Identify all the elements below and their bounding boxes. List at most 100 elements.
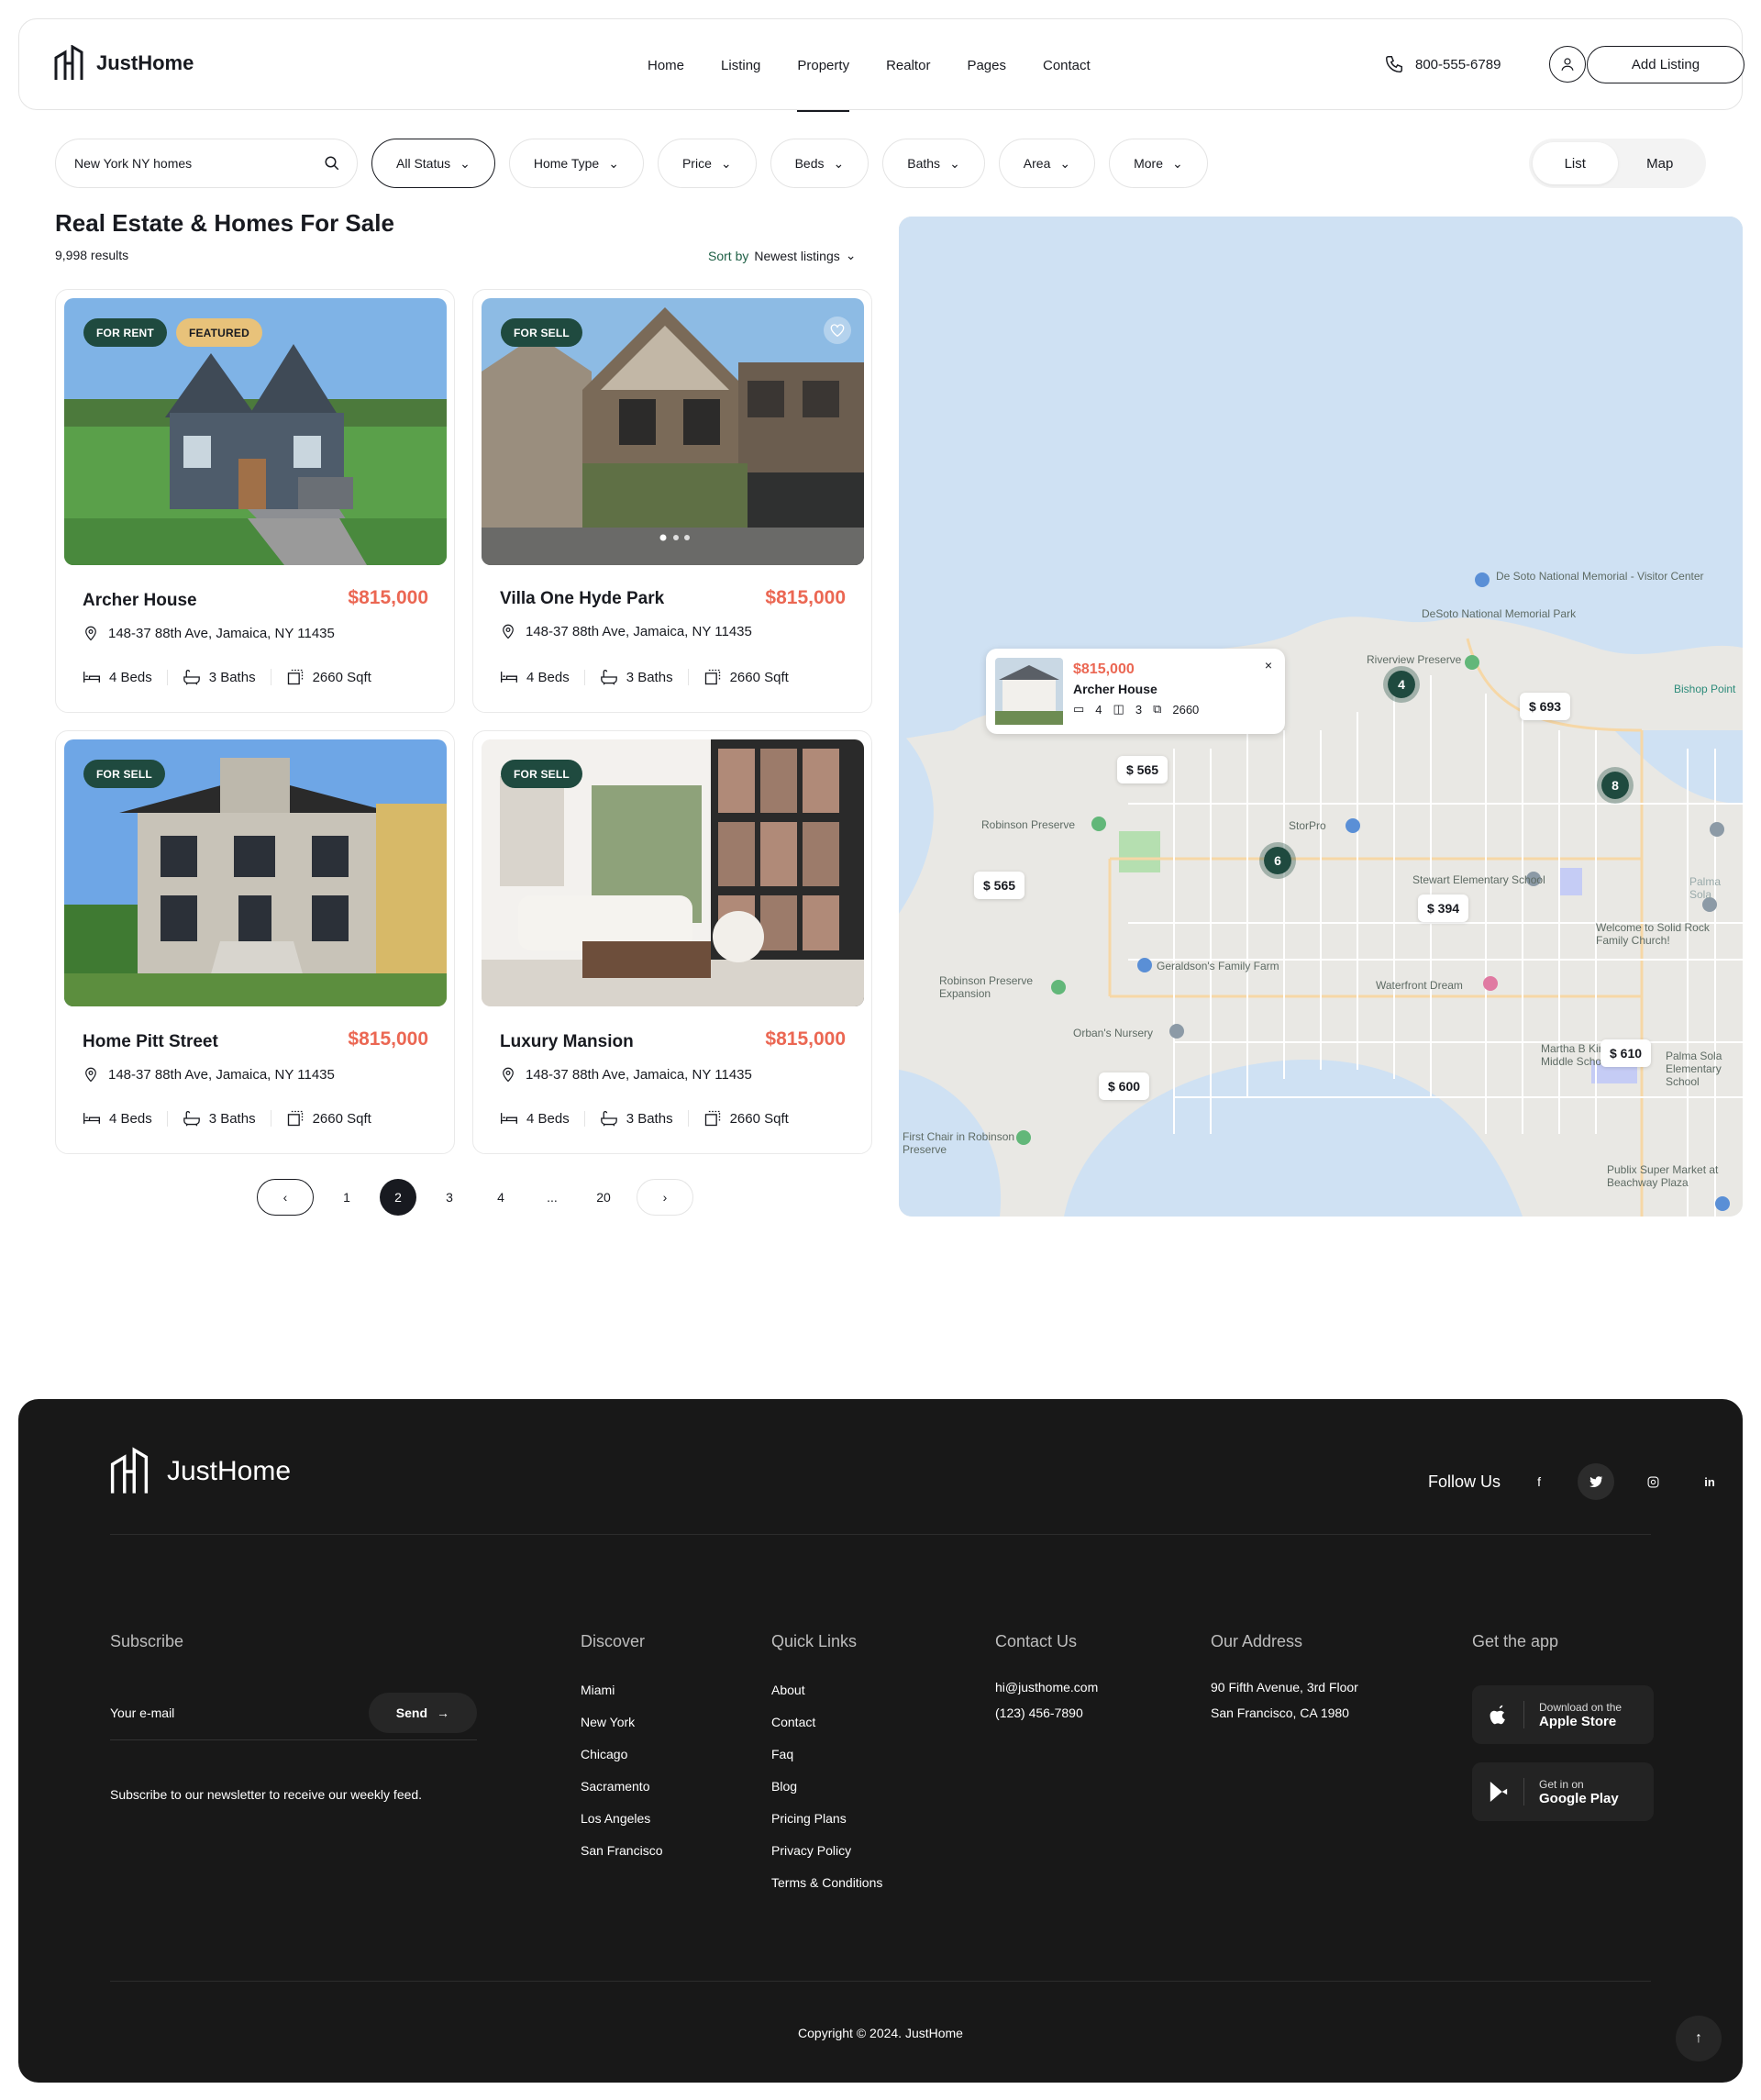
quick-link[interactable]: Pricing Plans — [771, 1803, 882, 1835]
google-play-button[interactable]: Get in on Google Play — [1472, 1762, 1654, 1821]
map-price-pin[interactable]: $ 565 — [1117, 756, 1168, 783]
prev-page-button[interactable]: ‹ — [257, 1179, 314, 1216]
favorite-heart-icon[interactable] — [824, 317, 851, 344]
map-listing-popup[interactable]: $815,000 Archer House ▭ 4 ◫ 3 ⧉ 2660 × — [986, 649, 1285, 734]
discover-link[interactable]: New York — [581, 1706, 662, 1739]
twitter-icon[interactable] — [1578, 1463, 1615, 1500]
user-account-button[interactable] — [1549, 46, 1586, 83]
sqft-text: 2660 Sqft — [312, 669, 371, 685]
view-list-button[interactable]: List — [1533, 142, 1618, 184]
nav-listing[interactable]: Listing — [721, 19, 760, 111]
discover-link[interactable]: Chicago — [581, 1739, 662, 1771]
quick-link[interactable]: Faq — [771, 1739, 882, 1771]
quick-link[interactable]: Terms & Conditions — [771, 1867, 882, 1899]
property-image[interactable]: FOR SELL — [64, 739, 447, 1006]
divider — [1523, 1701, 1524, 1728]
map-cluster[interactable]: 4 — [1383, 666, 1420, 703]
subscribe-note: Subscribe to our newsletter to receive o… — [110, 1787, 423, 1802]
search-input[interactable]: New York NY homes — [55, 139, 358, 188]
map-price-pin[interactable]: $ 693 — [1520, 693, 1571, 720]
page-4[interactable]: 4 — [482, 1179, 519, 1216]
map-view[interactable]: De Soto National Memorial - Visitor Cent… — [899, 217, 1743, 1217]
site-footer: JustHome Follow Us f in Subscribe Your e… — [18, 1399, 1743, 2083]
property-name[interactable]: Home Pitt Street — [83, 1032, 218, 1052]
bed-icon: ▭ — [1073, 702, 1085, 716]
filter-beds[interactable]: Beds ⌄ — [770, 139, 869, 188]
sort-dropdown[interactable]: Sort by Newest listings ⌄ — [708, 248, 856, 263]
page-1[interactable]: 1 — [328, 1179, 365, 1216]
scroll-to-top-button[interactable]: ↑ — [1676, 2016, 1722, 2061]
search-icon[interactable] — [324, 155, 340, 172]
instagram-icon[interactable] — [1634, 1463, 1671, 1500]
property-features: 4 Beds 3 Baths 2660 Sqft — [83, 1109, 401, 1128]
discover-title: Discover — [581, 1632, 646, 1650]
send-button[interactable]: Send → — [368, 1692, 477, 1733]
page-20[interactable]: 20 — [585, 1179, 622, 1216]
property-card[interactable]: FOR SELL Villa One Hyde Park $815,000 14… — [472, 289, 872, 713]
map-price-pin[interactable]: $ 565 — [974, 872, 1025, 899]
property-image[interactable]: FOR SELL — [482, 298, 864, 565]
beds-info: 4 Beds — [500, 669, 585, 685]
add-listing-button[interactable]: Add Listing — [1587, 46, 1744, 83]
view-map-button[interactable]: Map — [1618, 142, 1703, 184]
nav-realtor[interactable]: Realtor — [886, 19, 930, 111]
property-card[interactable]: FOR RENT FEATURED Archer House $815,000 … — [55, 289, 455, 713]
property-price: $815,000 — [765, 1028, 846, 1050]
map-price-pin[interactable]: $ 600 — [1099, 1072, 1150, 1100]
footer-logo[interactable]: JustHome — [110, 1447, 291, 1496]
get-app-title: Get the app — [1472, 1632, 1559, 1650]
discover-link[interactable]: Los Angeles — [581, 1803, 662, 1835]
filter-baths[interactable]: Baths ⌄ — [882, 139, 985, 188]
badges: FOR SELL — [83, 760, 165, 788]
apple-store-button[interactable]: Download on the Apple Store — [1472, 1685, 1654, 1744]
quick-link[interactable]: About — [771, 1674, 882, 1706]
next-page-button[interactable]: › — [637, 1179, 693, 1216]
map-price-pin[interactable]: $ 610 — [1600, 1039, 1652, 1067]
email-field[interactable]: Your e-mail Send → — [110, 1685, 477, 1740]
discover-link[interactable]: Sacramento — [581, 1771, 662, 1803]
quick-link[interactable]: Privacy Policy — [771, 1835, 882, 1867]
linkedin-icon[interactable]: in — [1691, 1463, 1728, 1500]
filter-home-type[interactable]: Home Type ⌄ — [508, 139, 644, 188]
property-address: 148-37 88th Ave, Jamaica, NY 11435 — [83, 624, 335, 642]
property-card[interactable]: FOR SELL Luxury Mansion $815,000 148-37 … — [472, 730, 872, 1154]
nav-home[interactable]: Home — [648, 19, 684, 111]
page-2-current[interactable]: 2 — [380, 1179, 416, 1216]
property-image[interactable]: FOR RENT FEATURED — [64, 298, 447, 565]
apple-small: Download on the — [1539, 1700, 1623, 1714]
property-image[interactable]: FOR SELL — [482, 739, 864, 1006]
facebook-icon[interactable]: f — [1521, 1463, 1557, 1500]
badges: FOR SELL — [501, 318, 582, 347]
logo-icon — [54, 45, 83, 80]
close-icon[interactable]: × — [1265, 658, 1272, 672]
map-cluster[interactable]: 6 — [1259, 842, 1296, 879]
discover-link[interactable]: Miami — [581, 1674, 662, 1706]
header-phone[interactable]: 800-555-6789 — [1384, 54, 1501, 74]
copyright: Copyright © 2024. JustHome — [798, 2026, 963, 2040]
bath-icon — [600, 1111, 617, 1127]
map-price-pin[interactable]: $ 394 — [1418, 894, 1469, 922]
property-address: 148-37 88th Ave, Jamaica, NY 11435 — [500, 1065, 752, 1083]
map-cluster[interactable]: 8 — [1597, 767, 1634, 804]
property-card[interactable]: FOR SELL Home Pitt Street $815,000 148-3… — [55, 730, 455, 1154]
page-3[interactable]: 3 — [431, 1179, 468, 1216]
nav-pages[interactable]: Pages — [967, 19, 1006, 111]
filter-price[interactable]: Price ⌄ — [657, 139, 757, 188]
nav-contact[interactable]: Contact — [1043, 19, 1091, 111]
quick-link[interactable]: Blog — [771, 1771, 882, 1803]
property-name[interactable]: Luxury Mansion — [500, 1032, 634, 1052]
contact-phone[interactable]: (123) 456-7890 — [995, 1700, 1098, 1726]
map-place-label: DeSoto National Memorial Park — [1422, 607, 1577, 620]
filter-more[interactable]: More ⌄ — [1109, 139, 1208, 188]
filter-area[interactable]: Area ⌄ — [998, 139, 1096, 188]
contact-email[interactable]: hi@justhome.com — [995, 1674, 1098, 1700]
contact-title: Contact Us — [995, 1632, 1078, 1650]
discover-link[interactable]: San Francisco — [581, 1835, 662, 1867]
nav-property[interactable]: Property — [797, 19, 849, 112]
brand-logo[interactable]: JustHome — [54, 45, 194, 82]
filter-all-status[interactable]: All Status ⌄ — [371, 139, 495, 188]
property-name[interactable]: Villa One Hyde Park — [500, 589, 664, 609]
quick-link[interactable]: Contact — [771, 1706, 882, 1739]
property-name[interactable]: Archer House — [83, 591, 197, 611]
property-price: $815,000 — [348, 1028, 428, 1050]
